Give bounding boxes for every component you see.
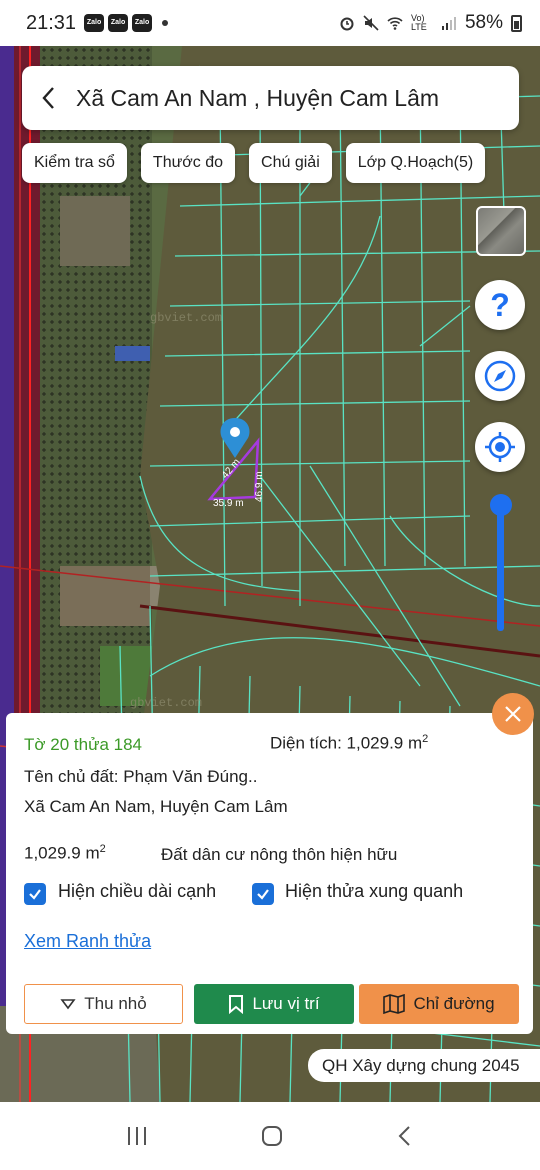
edge-length-bottom: 35.9 m: [213, 498, 244, 509]
home-icon[interactable]: [260, 1124, 284, 1148]
mute-icon: [363, 15, 379, 31]
battery-percent: 58%: [464, 12, 503, 33]
basemap-toggle-button[interactable]: [476, 206, 526, 256]
close-icon: [505, 706, 521, 722]
location-header: Xã Cam An Nam , Huyện Cam Lâm: [22, 66, 519, 130]
parcel-area: Diện tích: 1,029.9 m2: [270, 733, 428, 754]
more-notifications-icon: [162, 20, 169, 26]
back-arrow-icon: [42, 87, 54, 109]
map-toolbar: Kiểm tra sổ Thước đo Chú giải Lớp Q.Hoạc…: [22, 143, 486, 183]
legend-button[interactable]: Chú giải: [249, 143, 332, 183]
parcel-area-value-sup: 2: [99, 843, 106, 855]
save-location-label: Lưu vị trí: [252, 994, 320, 1013]
back-button[interactable]: [22, 66, 76, 130]
zalo-notification-icon: Zalo: [108, 14, 129, 32]
compass-button[interactable]: [475, 351, 525, 401]
compass-icon: [484, 360, 516, 392]
minimize-label: Thu nhỏ: [84, 994, 147, 1013]
opacity-slider-handle[interactable]: [490, 494, 512, 516]
back-nav-icon[interactable]: [395, 1124, 415, 1148]
measure-button[interactable]: Thước đo: [140, 143, 236, 183]
parcel-address: Xã Cam An Nam, Huyện Cam Lâm: [24, 797, 288, 816]
help-icon: ?: [490, 286, 510, 323]
view-boundary-link[interactable]: Xem Ranh thửa: [24, 931, 151, 952]
map-watermark: gbviet.com: [150, 311, 222, 325]
opacity-slider-track[interactable]: [497, 505, 504, 631]
gps-target-icon: [485, 432, 515, 462]
map-watermark: gbviet.com: [130, 696, 202, 710]
owner-name: Tên chủ đất: Phạm Văn Đúng..: [24, 767, 258, 786]
close-panel-button[interactable]: [492, 693, 534, 735]
triangle-down-icon: [60, 999, 76, 1010]
location-title: Xã Cam An Nam , Huyện Cam Lâm: [76, 84, 440, 111]
network-type: Vo) LTE: [410, 13, 427, 32]
zalo-notification-icon: Zalo: [132, 14, 153, 32]
parcel-area-value: 1,029.9 m2: [24, 843, 106, 864]
land-type: Đất dân cư nông thôn hiện hữu: [161, 845, 398, 864]
show-edge-length-checkbox[interactable]: [24, 883, 46, 905]
show-neighbors-label[interactable]: Hiện thửa xung quanh: [285, 881, 463, 902]
bookmark-icon: [229, 995, 244, 1014]
minimize-button[interactable]: Thu nhỏ: [24, 984, 183, 1024]
help-button[interactable]: ?: [475, 280, 525, 330]
directions-button[interactable]: Chỉ đường: [359, 984, 519, 1024]
show-neighbors-checkbox[interactable]: [252, 883, 274, 905]
parcel-area-label: Diện tích: 1,029.9 m: [270, 733, 423, 753]
edge-length-right: 46.9 m: [254, 471, 265, 502]
system-nav-bar: [0, 1102, 540, 1170]
save-location-button[interactable]: Lưu vị trí: [194, 984, 354, 1024]
battery-icon: [511, 14, 522, 32]
check-icon: [257, 889, 269, 900]
recent-apps-icon[interactable]: [125, 1125, 149, 1147]
zalo-notification-icon: Zalo: [84, 14, 105, 32]
parcel-id: Tờ 20 thửa 184: [24, 735, 142, 754]
parcel-area-number: 1,029.9 m: [24, 843, 100, 863]
my-location-button[interactable]: [475, 422, 525, 472]
wifi-icon: [387, 17, 403, 30]
show-edge-length-label[interactable]: Hiện chiều dài cạnh: [58, 881, 216, 902]
check-certificate-button[interactable]: Kiểm tra sổ: [22, 143, 127, 183]
status-bar: 21:31 Zalo Zalo Zalo Vo) LTE 58%: [0, 0, 540, 46]
planning-layer-badge[interactable]: QH Xây dựng chung 2045: [308, 1049, 540, 1082]
alarm-icon: [340, 17, 354, 31]
parcel-area-unit-sup: 2: [422, 733, 429, 745]
directions-label: Chỉ đường: [413, 994, 495, 1013]
signal-icon: [441, 17, 456, 30]
check-icon: [29, 889, 41, 900]
map-icon: [383, 994, 406, 1014]
planning-layers-button[interactable]: Lớp Q.Hoạch(5): [345, 143, 486, 183]
clock: 21:31: [26, 11, 77, 34]
